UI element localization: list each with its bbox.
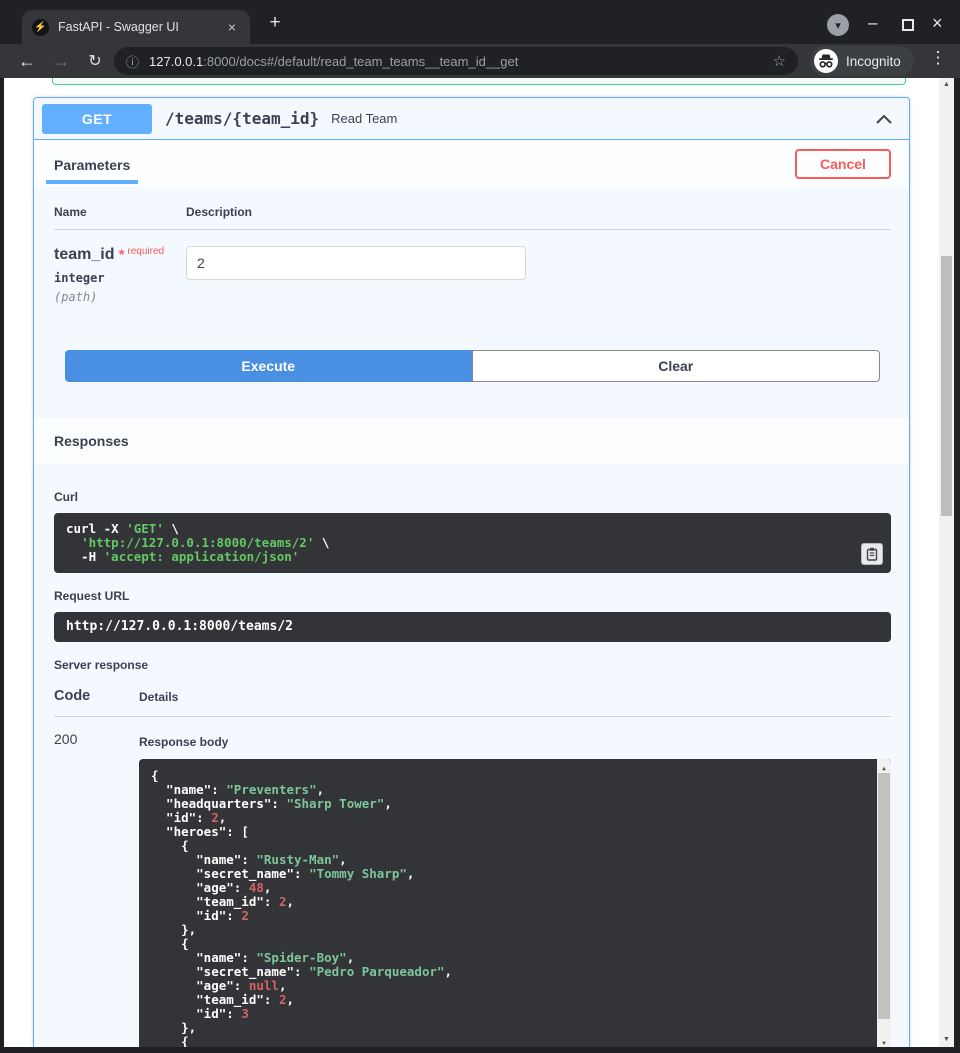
bookmark-star-icon[interactable]: ☆ <box>773 52 786 70</box>
parameters-table-header: Name Description <box>54 205 891 230</box>
response-body-scrollbar[interactable]: ▲ ▼ <box>877 759 891 1047</box>
incognito-badge: Incognito <box>810 46 914 76</box>
execute-row: Execute Clear <box>65 350 880 418</box>
browser-titlebar: ⚡ FastAPI - Swagger UI × + ▾ – × <box>0 0 960 44</box>
server-response-row: 200 Response body { "name": "Preventers"… <box>54 717 891 1047</box>
required-star: * <box>119 246 124 262</box>
required-label: required <box>127 246 164 257</box>
new-tab-button[interactable]: + <box>262 12 288 34</box>
team-id-input[interactable] <box>186 246 526 280</box>
fastapi-favicon-icon: ⚡ <box>32 19 49 36</box>
column-description: Description <box>186 205 891 219</box>
window-minimize-button[interactable]: – <box>868 13 877 33</box>
parameter-name: team_id *required <box>54 246 186 264</box>
response-details-cell: Response body { "name": "Preventers", "h… <box>139 731 891 1047</box>
curl-label: Curl <box>54 490 891 504</box>
parameters-header-row: Parameters Cancel <box>34 140 909 187</box>
parameter-name-cell: team_id *required integer (path) <box>54 246 186 304</box>
tab-title: FastAPI - Swagger UI <box>58 20 224 34</box>
cancel-button[interactable]: Cancel <box>795 149 891 179</box>
parameter-type: integer <box>54 271 186 285</box>
page-scroll-down-icon[interactable]: ▼ <box>939 1036 954 1043</box>
method-badge: GET <box>42 104 152 134</box>
page-scroll-up-icon[interactable]: ▲ <box>939 81 954 88</box>
server-response-label: Server response <box>54 658 891 672</box>
column-details: Details <box>139 690 891 704</box>
endpoint-summary: Read Team <box>331 111 397 126</box>
opblock-get-read-team: GET /teams/{team_id} Read Team Parameter… <box>33 97 910 1047</box>
parameter-row: team_id *required integer (path) <box>54 230 891 304</box>
response-body-block: { "name": "Preventers", "headquarters": … <box>139 759 891 1047</box>
server-response-table-header: Code Details <box>54 688 891 717</box>
browser-menu-icon[interactable]: ⋮ <box>928 48 948 68</box>
endpoint-path: /teams/{team_id} <box>165 109 319 128</box>
page-scrollbar-thumb[interactable] <box>941 256 952 516</box>
back-button[interactable]: ← <box>12 44 42 78</box>
request-url-label: Request URL <box>54 589 891 603</box>
url-path: :8000/docs#/default/read_team_teams__tea… <box>203 54 518 69</box>
responses-header: Responses <box>34 418 909 464</box>
url-text[interactable]: 127.0.0.1:8000/docs#/default/read_team_t… <box>149 54 765 69</box>
media-controls-icon[interactable]: ▾ <box>827 14 849 36</box>
tab-parameters[interactable]: Parameters <box>46 144 138 184</box>
response-body-label: Response body <box>139 735 891 749</box>
execute-button[interactable]: Execute <box>65 350 472 382</box>
responses-title: Responses <box>54 433 129 449</box>
response-scrollbar-thumb[interactable] <box>878 773 890 1019</box>
page-viewport: GET /teams/{team_id} Read Team Parameter… <box>4 78 954 1047</box>
collapse-chevron-icon[interactable] <box>875 113 893 125</box>
parameter-value-cell <box>186 246 891 304</box>
window-close-button[interactable]: × <box>932 13 943 34</box>
status-code: 200 <box>54 731 139 1047</box>
scroll-down-icon[interactable]: ▼ <box>877 1037 891 1047</box>
request-url-value: http://127.0.0.1:8000/teams/2 <box>54 612 891 642</box>
reload-button[interactable]: ↻ <box>80 44 110 78</box>
curl-code-block: curl -X 'GET' \ 'http://127.0.0.1:8000/t… <box>54 513 891 573</box>
copy-to-clipboard-button[interactable] <box>861 543 883 565</box>
column-code: Code <box>54 688 139 704</box>
browser-tab[interactable]: ⚡ FastAPI - Swagger UI × <box>22 10 250 44</box>
incognito-icon <box>814 49 838 73</box>
responses-section: Curl curl -X 'GET' \ 'http://127.0.0.1:8… <box>34 464 909 1047</box>
parameter-location: (path) <box>54 290 186 304</box>
incognito-label: Incognito <box>846 54 901 69</box>
url-bar[interactable]: ⓘ 127.0.0.1:8000/docs#/default/read_team… <box>114 47 798 75</box>
opblock-summary[interactable]: GET /teams/{team_id} Read Team <box>34 98 909 140</box>
page-info-icon[interactable]: ⓘ <box>126 52 139 71</box>
clear-button[interactable]: Clear <box>472 350 881 382</box>
window-maximize-button[interactable] <box>902 19 914 31</box>
url-host: 127.0.0.1 <box>149 54 203 69</box>
forward-button[interactable]: → <box>46 44 76 78</box>
parameters-section: Name Description team_id *required integ… <box>34 187 909 418</box>
column-name: Name <box>54 205 186 219</box>
tab-close-icon[interactable]: × <box>224 19 240 35</box>
previous-opblock-bottom <box>52 78 906 85</box>
page-scrollbar[interactable]: ▲ ▼ <box>939 78 954 1047</box>
